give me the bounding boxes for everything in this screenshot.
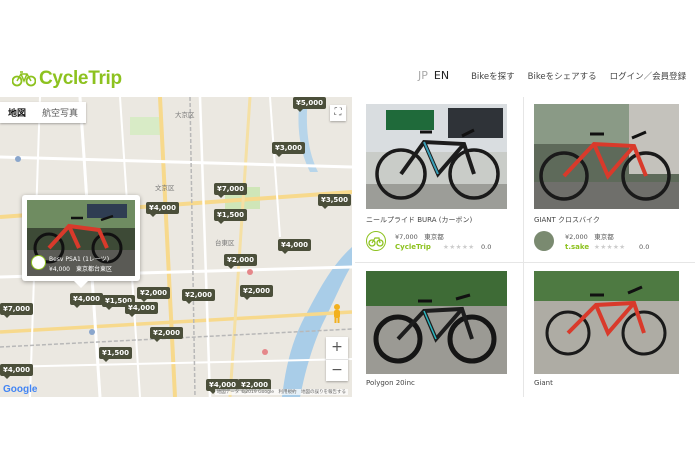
google-logo: Google bbox=[3, 384, 37, 395]
popup-meta: ¥4,000 東京都台東区 bbox=[49, 266, 112, 273]
bike-location: 東京都 bbox=[424, 233, 444, 241]
map-popup[interactable]: Besv PSA1 (1レーツ) ¥4,000 東京都台東区 bbox=[22, 195, 140, 288]
logo[interactable]: CycleTrip bbox=[12, 68, 122, 90]
google-logo-text: Google bbox=[3, 384, 38, 395]
popup-title: Besv PSA1 (1レーツ) bbox=[49, 256, 110, 263]
bike-photo[interactable] bbox=[534, 104, 679, 209]
map-attribution[interactable]: 地図データ ©2019 Google 利用規約 地図の誤りを報告する bbox=[214, 389, 348, 395]
bike-title[interactable]: GIANT クロスバイク bbox=[534, 215, 600, 225]
map-panel[interactable]: 文京区 大京区 台東区 地図 航空写真 ⛶ ¥5,000 ¥3,000 ¥7,0… bbox=[0, 97, 352, 397]
price-marker[interactable]: ¥4,000 bbox=[0, 364, 34, 379]
grid-divider bbox=[523, 97, 524, 397]
map-label-area: 大京区 bbox=[175, 111, 195, 119]
price-marker[interactable]: ¥4,000 bbox=[146, 202, 180, 217]
map-label-area: 台東区 bbox=[215, 239, 235, 247]
price-marker[interactable]: ¥2,000 bbox=[150, 327, 184, 342]
price-marker[interactable]: ¥2,000 bbox=[137, 287, 171, 302]
price-marker[interactable]: ¥4,000 bbox=[70, 293, 104, 308]
popup-bike-photo: Besv PSA1 (1レーツ) ¥4,000 東京都台東区 bbox=[27, 200, 135, 276]
rating-stars: ★★★★★ bbox=[594, 243, 626, 251]
nav-login-signup[interactable]: ログイン／会員登録 bbox=[610, 70, 687, 82]
bike-photo[interactable] bbox=[534, 271, 679, 374]
rating-value: 0.0 bbox=[639, 243, 650, 251]
bike-price-location: ¥2,000 東京都 bbox=[565, 231, 614, 241]
owner-avatar bbox=[534, 231, 554, 251]
bike-photo[interactable] bbox=[366, 104, 507, 209]
owner-name[interactable]: CycleTrip bbox=[395, 243, 431, 251]
price-marker[interactable]: ¥3,000 bbox=[272, 142, 306, 157]
zoom-out-button[interactable]: − bbox=[326, 359, 348, 381]
price-marker[interactable]: ¥7,000 bbox=[214, 183, 248, 198]
rating-value: 0.0 bbox=[481, 243, 492, 251]
zoom-controls: + − bbox=[326, 337, 348, 381]
map-label-area: 文京区 bbox=[155, 184, 175, 192]
owner-avatar bbox=[31, 255, 46, 270]
bike-title[interactable]: Polygon 20inc bbox=[366, 379, 415, 387]
owner-name[interactable]: t.sake bbox=[565, 243, 589, 251]
price-marker[interactable]: ¥2,000 bbox=[240, 285, 274, 300]
price-marker[interactable]: ¥1,500 bbox=[99, 347, 133, 362]
nav-share-bike[interactable]: Bikeをシェアする bbox=[528, 70, 597, 82]
price-marker[interactable]: ¥4,000 bbox=[278, 239, 312, 254]
lang-jp-link[interactable]: JP bbox=[418, 69, 428, 82]
street-view-pegman-icon[interactable] bbox=[330, 303, 344, 323]
nav-find-bike[interactable]: Bikeを探す bbox=[471, 70, 515, 82]
price-marker[interactable]: ¥3,500 bbox=[318, 194, 352, 209]
bike-price: ¥2,000 bbox=[565, 233, 588, 241]
rating-stars: ★★★★★ bbox=[443, 243, 475, 251]
fullscreen-icon[interactable]: ⛶ bbox=[330, 105, 346, 121]
bicycle-logo-icon bbox=[12, 71, 36, 87]
bike-photo[interactable] bbox=[366, 271, 507, 374]
bike-title[interactable]: Giant bbox=[534, 379, 553, 387]
price-marker[interactable]: ¥4,000 bbox=[125, 302, 159, 317]
bike-price: ¥7,000 bbox=[395, 233, 418, 241]
map-type-satellite-button[interactable]: 航空写真 bbox=[34, 102, 86, 123]
grid-divider bbox=[355, 262, 695, 263]
header: CycleTrip JP EN Bikeを探す Bikeをシェアする ログイン／… bbox=[0, 0, 695, 97]
lang-en-link[interactable]: EN bbox=[434, 69, 449, 82]
bike-title[interactable]: ニールプライド BURA (カーボン) bbox=[366, 215, 472, 225]
price-marker[interactable]: ¥7,000 bbox=[0, 303, 34, 318]
price-marker[interactable]: ¥1,500 bbox=[214, 209, 248, 224]
owner-avatar bbox=[366, 231, 386, 251]
price-marker[interactable]: ¥2,000 bbox=[182, 289, 216, 304]
bike-price-location: ¥7,000 東京都 bbox=[395, 231, 444, 241]
top-nav: JP EN Bikeを探す Bikeをシェアする ログイン／会員登録 bbox=[418, 69, 686, 82]
price-marker[interactable]: ¥5,000 bbox=[293, 97, 327, 112]
map-type-switch: 地図 航空写真 bbox=[0, 102, 87, 123]
bike-location: 東京都 bbox=[594, 233, 614, 241]
price-marker[interactable]: ¥2,000 bbox=[224, 254, 258, 269]
zoom-in-button[interactable]: + bbox=[326, 337, 348, 359]
map-type-map-button[interactable]: 地図 bbox=[0, 102, 34, 123]
logo-text: CycleTrip bbox=[39, 68, 122, 89]
